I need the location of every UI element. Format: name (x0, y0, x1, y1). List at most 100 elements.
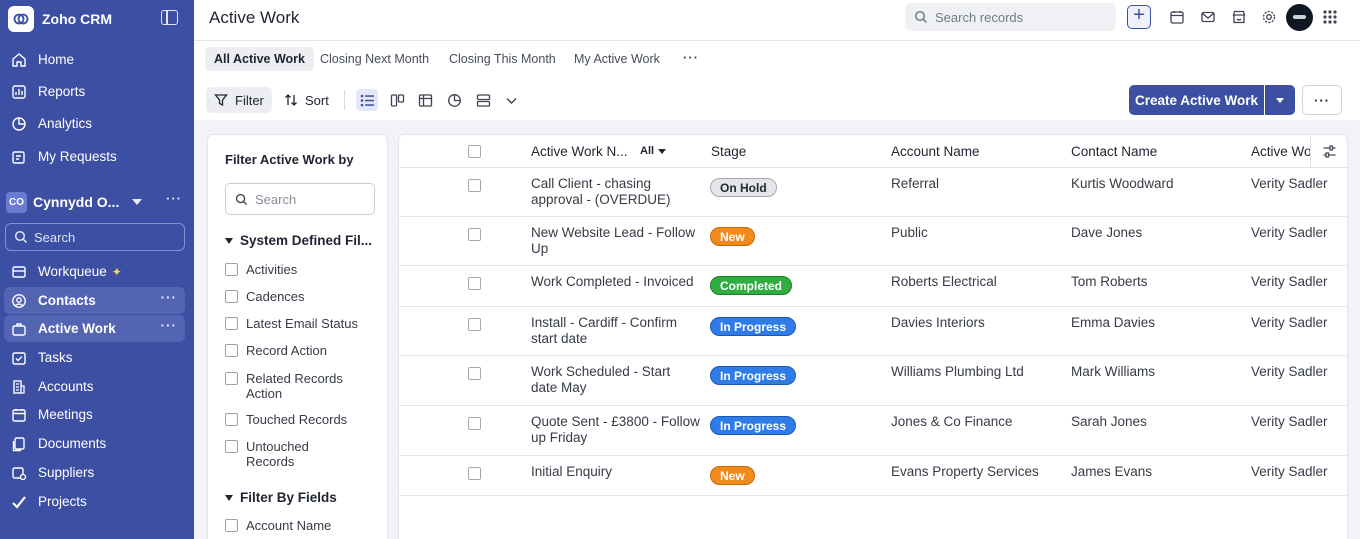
cell-name[interactable]: New Website Lead - Follow Up (531, 225, 696, 257)
checkbox[interactable] (225, 440, 238, 453)
cell-name[interactable]: Install - Cardiff - Confirm start date (531, 315, 701, 347)
sidebar-item-projects[interactable]: Projects (4, 488, 185, 515)
column-header-contact[interactable]: Contact Name (1071, 144, 1157, 159)
more-options-icon[interactable]: ··· (166, 191, 182, 206)
checkbox[interactable] (225, 372, 238, 385)
sidebar-item-contacts[interactable]: Contacts ··· (4, 287, 185, 314)
table-row[interactable]: Call Client - chasing approval - (OVERDU… (399, 168, 1347, 217)
settings-gear-icon[interactable] (1260, 8, 1278, 26)
column-header-account[interactable]: Account Name (891, 144, 980, 159)
create-active-work-button[interactable]: Create Active Work (1129, 85, 1264, 115)
sidebar-item-meetings[interactable]: Meetings (4, 401, 185, 428)
column-header-stage[interactable]: Stage (711, 144, 746, 159)
calendar-icon[interactable] (1168, 8, 1186, 26)
tab-all-active-work[interactable]: All Active Work (205, 47, 314, 71)
filter-item[interactable]: Untouched Records (225, 439, 335, 469)
brand[interactable]: Zoho CRM (8, 6, 112, 32)
table-row[interactable]: Quote Sent - £3800 - Follow up Friday In… (399, 406, 1347, 456)
chevron-down-icon[interactable] (500, 89, 522, 111)
cell-name[interactable]: Call Client - chasing approval - (OVERDU… (531, 176, 701, 208)
column-header-owner[interactable]: Active Wo (1251, 144, 1312, 159)
tab-closing-next-month[interactable]: Closing Next Month (311, 47, 438, 71)
cell-contact[interactable]: Tom Roberts (1071, 274, 1148, 290)
apps-grid-icon[interactable] (1321, 8, 1339, 26)
table-row[interactable]: Work Scheduled - Start date May In Progr… (399, 356, 1347, 406)
cell-name[interactable]: Initial Enquiry (531, 464, 701, 480)
column-header-name[interactable]: Active Work N... (531, 144, 628, 159)
filter-item[interactable]: Record Action (225, 343, 375, 358)
cell-name[interactable]: Quote Sent - £3800 - Follow up Friday (531, 414, 703, 446)
table-row[interactable]: Initial Enquiry New Evans Property Servi… (399, 456, 1347, 496)
sidebar-item-accounts[interactable]: Accounts (4, 373, 185, 400)
row-checkbox[interactable] (468, 228, 481, 241)
select-all-checkbox[interactable] (468, 145, 481, 158)
tab-closing-this-month[interactable]: Closing This Month (440, 47, 565, 71)
kanban-view-icon[interactable] (386, 89, 408, 111)
sidebar-item-workqueue[interactable]: Workqueue ✦ (4, 258, 185, 285)
checkbox[interactable] (225, 413, 238, 426)
filter-item[interactable]: Touched Records (225, 412, 375, 427)
sort-button[interactable]: Sort (276, 87, 337, 113)
checkbox[interactable] (225, 263, 238, 276)
sidebar-search-input[interactable]: Search (5, 223, 185, 251)
filter-item[interactable]: Cadences (225, 289, 375, 304)
table-view-icon[interactable] (414, 89, 436, 111)
sidebar-item-reports[interactable]: Reports (4, 78, 185, 105)
sidebar-item-suppliers[interactable]: Suppliers (4, 459, 185, 486)
sidebar-collapse-icon[interactable] (161, 10, 178, 25)
row-checkbox[interactable] (468, 318, 481, 331)
more-actions-button[interactable]: ··· (1302, 85, 1342, 115)
sidebar-item-analytics[interactable]: Analytics (4, 110, 185, 137)
cell-name[interactable]: Work Completed - Invoiced (531, 274, 701, 290)
table-row[interactable]: Install - Cardiff - Confirm start date I… (399, 307, 1347, 356)
more-views-icon[interactable]: ··· (683, 50, 699, 65)
sidebar-item-my-requests[interactable]: My Requests (4, 143, 185, 170)
cell-account[interactable]: Referral (891, 176, 939, 192)
list-view-icon[interactable] (356, 89, 378, 111)
create-options-dropdown[interactable] (1265, 85, 1295, 115)
table-row[interactable]: Work Completed - Invoiced Completed Robe… (399, 266, 1347, 307)
cell-contact[interactable]: James Evans (1071, 464, 1152, 480)
filter-item[interactable]: Activities (225, 262, 375, 277)
cell-contact[interactable]: Emma Davies (1071, 315, 1155, 331)
more-options-icon[interactable]: ··· (161, 290, 178, 305)
marketplace-icon[interactable] (1230, 8, 1248, 26)
table-row[interactable]: New Website Lead - Follow Up New Public … (399, 217, 1347, 266)
cell-contact[interactable]: Mark Williams (1071, 364, 1155, 380)
more-options-icon[interactable]: ··· (161, 318, 178, 333)
checkbox[interactable] (225, 317, 238, 330)
cell-account[interactable]: Jones & Co Finance (891, 414, 1013, 430)
chart-view-icon[interactable] (443, 89, 465, 111)
row-checkbox[interactable] (468, 467, 481, 480)
cell-contact[interactable]: Kurtis Woodward (1071, 176, 1174, 192)
system-defined-filters-section[interactable]: System Defined Fil... (225, 233, 372, 248)
filter-item[interactable]: Latest Email Status (225, 316, 375, 331)
row-checkbox[interactable] (468, 179, 481, 192)
sidebar-item-documents[interactable]: Documents (4, 430, 185, 457)
cell-account[interactable]: Davies Interiors (891, 315, 985, 331)
sidebar-item-home[interactable]: Home (4, 46, 185, 73)
row-checkbox[interactable] (468, 277, 481, 290)
filter-search-input[interactable]: Search (225, 183, 375, 215)
checkbox[interactable] (225, 519, 238, 532)
cell-account[interactable]: Evans Property Services (891, 464, 1039, 480)
checkbox[interactable] (225, 290, 238, 303)
checkbox[interactable] (225, 344, 238, 357)
avatar[interactable] (1286, 4, 1313, 31)
cell-account[interactable]: Williams Plumbing Ltd (891, 364, 1024, 380)
cell-contact[interactable]: Dave Jones (1071, 225, 1142, 241)
filter-item[interactable]: Account Name (225, 518, 375, 533)
row-checkbox[interactable] (468, 367, 481, 380)
cell-contact[interactable]: Sarah Jones (1071, 414, 1147, 430)
sheet-view-icon[interactable] (472, 89, 494, 111)
chevron-down-icon[interactable] (132, 199, 142, 205)
row-checkbox[interactable] (468, 417, 481, 430)
cell-name[interactable]: Work Scheduled - Start date May (531, 364, 681, 396)
cell-account[interactable]: Public (891, 225, 928, 241)
workspace-switcher[interactable]: CO Cynnydd O... ··· (6, 190, 186, 214)
sidebar-item-active-work[interactable]: Active Work ··· (4, 315, 185, 342)
mail-icon[interactable] (1199, 8, 1217, 26)
name-filter-dropdown[interactable]: All (640, 145, 667, 157)
tab-my-active-work[interactable]: My Active Work (565, 47, 669, 71)
cell-account[interactable]: Roberts Electrical (891, 274, 997, 290)
